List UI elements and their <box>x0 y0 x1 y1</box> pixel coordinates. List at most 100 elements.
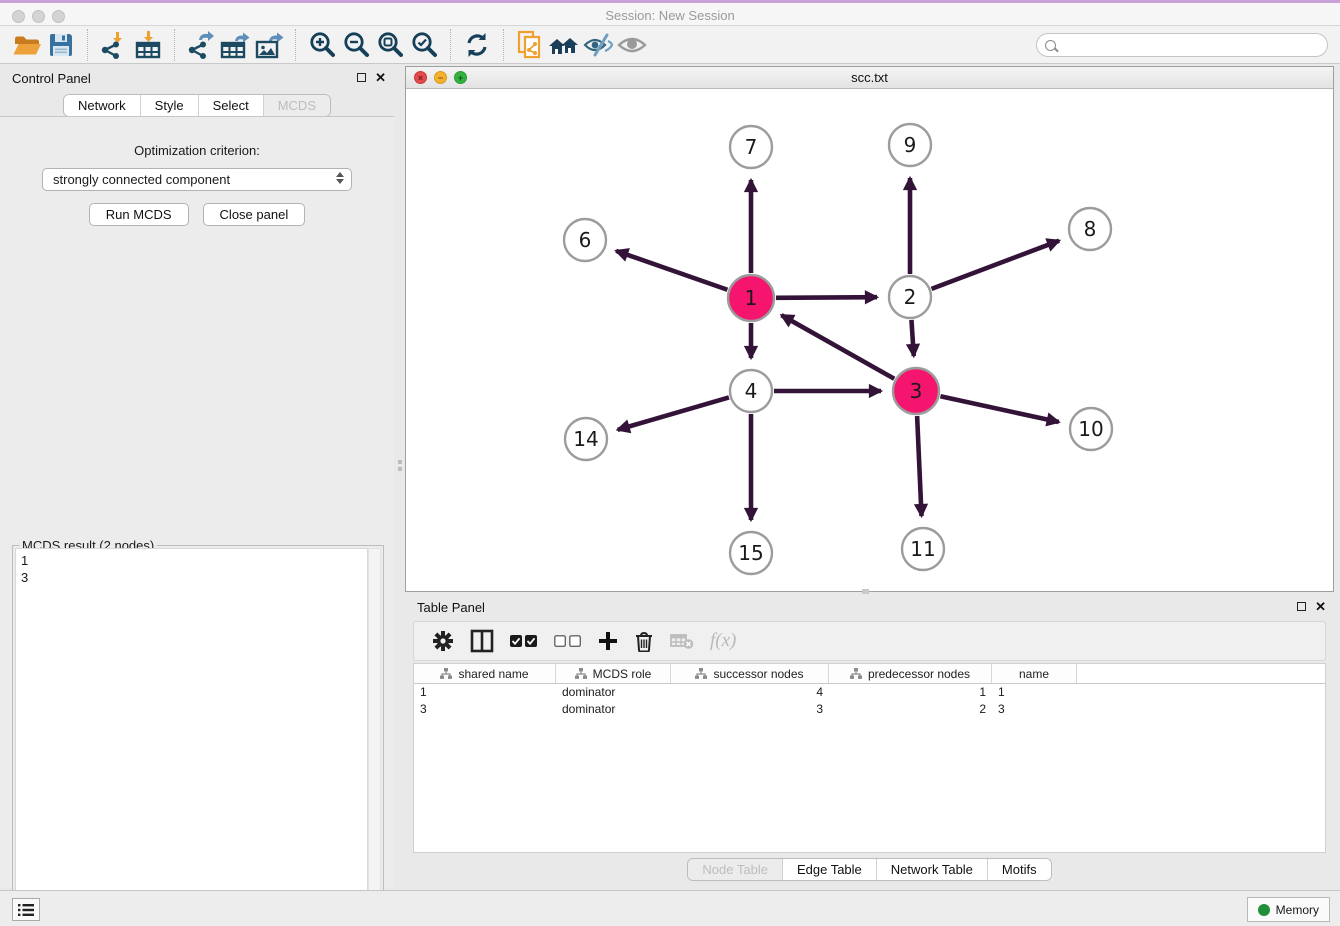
node-label-11: 11 <box>910 537 935 561</box>
column-header-predecessor-nodes[interactable]: predecessor nodes <box>829 664 992 683</box>
edge-2-8[interactable] <box>932 241 1060 289</box>
edge-1-6[interactable] <box>616 251 727 290</box>
edge-3-10[interactable] <box>940 396 1058 422</box>
tab-mcds[interactable]: MCDS <box>263 95 330 116</box>
node-label-2: 2 <box>904 285 917 309</box>
export-image-icon[interactable] <box>252 29 286 61</box>
tab-network-table[interactable]: Network Table <box>876 859 987 880</box>
column-header-successor-nodes[interactable]: successor nodes <box>671 664 829 683</box>
toolbar-separator <box>174 29 175 61</box>
close-panel-button[interactable]: Close panel <box>203 203 306 226</box>
column-settings-icon[interactable] <box>432 630 454 652</box>
table-cell[interactable]: 1 <box>829 684 992 701</box>
delete-table-icon[interactable] <box>670 632 694 650</box>
float-table-panel-icon[interactable] <box>1297 602 1306 611</box>
table-cell[interactable]: 1 <box>992 684 1077 701</box>
network-canvas[interactable]: 7968124314101511 <box>406 89 1333 591</box>
main-toolbar <box>0 26 1340 64</box>
network-window-titlebar[interactable]: × − + scc.txt <box>406 67 1333 89</box>
table-panel: Table Panel ✕ <box>405 595 1334 888</box>
import-table-icon[interactable] <box>131 29 165 61</box>
tab-edge-table[interactable]: Edge Table <box>782 859 876 880</box>
edge-4-14[interactable] <box>618 397 729 429</box>
table-cell[interactable]: dominator <box>556 684 671 701</box>
table-cell[interactable]: 3 <box>414 701 556 718</box>
select-all-checks-icon[interactable] <box>510 634 538 648</box>
show-graphics-details-icon[interactable] <box>615 29 649 61</box>
zoom-out-icon[interactable] <box>339 29 373 61</box>
tab-network[interactable]: Network <box>64 95 140 116</box>
status-bar: Memory <box>0 890 1340 926</box>
criterion-value: strongly connected component <box>53 172 230 187</box>
node-label-4: 4 <box>745 379 758 403</box>
criterion-dropdown[interactable]: strongly connected component <box>42 168 352 191</box>
table-cell[interactable]: 2 <box>829 701 992 718</box>
zoom-in-icon[interactable] <box>305 29 339 61</box>
optimization-criterion-label: Optimization criterion: <box>0 143 394 158</box>
export-network-icon[interactable] <box>184 29 218 61</box>
node-label-6: 6 <box>579 228 592 252</box>
table-cell[interactable]: 4 <box>671 684 829 701</box>
edge-3-11[interactable] <box>917 416 921 516</box>
genemania-icon[interactable] <box>547 29 581 61</box>
table-header-row: shared nameMCDS rolesuccessor nodesprede… <box>414 664 1325 684</box>
zoom-selected-icon[interactable] <box>407 29 441 61</box>
control-panel-tabbar: Network Style Select MCDS <box>63 94 331 117</box>
import-network-icon[interactable] <box>97 29 131 61</box>
node-label-15: 15 <box>738 541 763 565</box>
search-field[interactable] <box>1036 33 1328 57</box>
memory-button[interactable]: Memory <box>1247 897 1330 922</box>
column-header-MCDS-role[interactable]: MCDS role <box>556 664 671 683</box>
titlebar: Session: New Session <box>0 0 1340 26</box>
close-table-panel-icon[interactable]: ✕ <box>1315 601 1326 612</box>
export-table-icon[interactable] <box>218 29 252 61</box>
node-label-9: 9 <box>904 133 917 157</box>
node-label-1: 1 <box>745 286 758 310</box>
network-window-title: scc.txt <box>406 70 1333 85</box>
table-cell[interactable]: 3 <box>671 701 829 718</box>
column-header-name[interactable]: name <box>992 664 1077 683</box>
horizontal-splitter-handle[interactable] <box>862 589 869 594</box>
tab-select[interactable]: Select <box>198 95 263 116</box>
toolbar-separator <box>503 29 504 61</box>
network-view-window: × − + scc.txt 7968124314101511 <box>405 66 1334 592</box>
search-input[interactable] <box>1061 35 1327 55</box>
deselect-all-checks-icon[interactable] <box>554 634 582 648</box>
node-table: shared nameMCDS rolesuccessor nodesprede… <box>413 663 1326 853</box>
add-column-icon[interactable] <box>598 631 618 651</box>
edge-2-3[interactable] <box>911 320 913 356</box>
delete-column-icon[interactable] <box>634 630 654 652</box>
refresh-icon[interactable] <box>460 29 494 61</box>
open-file-icon[interactable] <box>10 29 44 61</box>
function-builder-icon: f(x) <box>710 630 736 652</box>
run-mcds-button[interactable]: Run MCDS <box>89 203 189 226</box>
table-cell[interactable]: 1 <box>414 684 556 701</box>
save-session-icon[interactable] <box>44 29 78 61</box>
close-panel-icon[interactable]: ✕ <box>375 72 386 83</box>
toolbar-separator <box>87 29 88 61</box>
zoom-fit-icon[interactable] <box>373 29 407 61</box>
mcds-result-text[interactable]: 1 3 <box>15 548 368 923</box>
edge-1-2[interactable] <box>776 297 877 298</box>
table-cell[interactable]: dominator <box>556 701 671 718</box>
node-label-7: 7 <box>745 135 758 159</box>
hide-graphics-details-icon[interactable] <box>581 29 615 61</box>
show-column-chooser-icon[interactable] <box>470 629 494 653</box>
table-panel-title: Table Panel <box>417 600 485 615</box>
edge-3-1[interactable] <box>781 315 894 379</box>
table-toolbar: f(x) <box>413 621 1326 661</box>
task-history-button[interactable] <box>12 898 40 921</box>
result-scrollbar[interactable] <box>368 548 381 923</box>
node-label-10: 10 <box>1078 417 1103 441</box>
mcds-result-box: MCDS result (2 nodes) 1 3 <box>12 545 384 926</box>
vertical-splitter-handle[interactable] <box>397 460 402 476</box>
clone-network-icon[interactable] <box>513 29 547 61</box>
float-panel-icon[interactable] <box>357 73 366 82</box>
tab-style[interactable]: Style <box>140 95 198 116</box>
table-tabbar: Node Table Edge Table Network Table Moti… <box>687 858 1051 881</box>
tab-node-table[interactable]: Node Table <box>688 859 782 880</box>
table-row: 1dominator411 <box>414 684 1325 701</box>
table-cell[interactable]: 3 <box>992 701 1077 718</box>
tab-motifs[interactable]: Motifs <box>987 859 1051 880</box>
column-header-shared-name[interactable]: shared name <box>414 664 556 683</box>
